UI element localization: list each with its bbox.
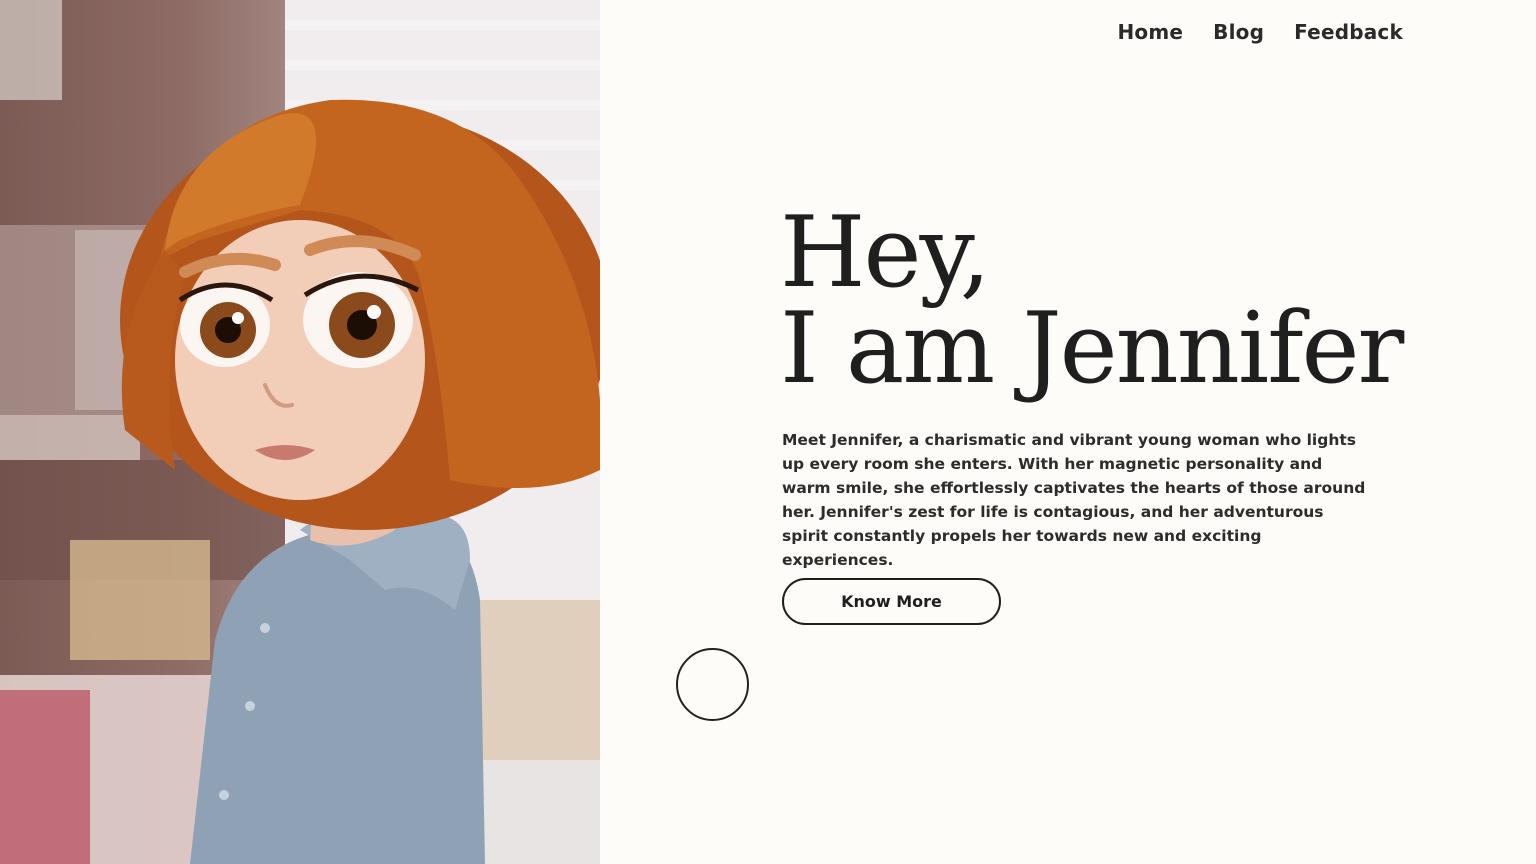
hero-description: Meet Jennifer, a charismatic and vibrant… [782,431,1366,569]
cursor-follower-circle [676,648,749,721]
main-nav: Home Blog Feedback [1117,20,1403,44]
nav-link-blog[interactable]: Blog [1213,20,1264,44]
hero-heading: Hey, I am Jennifer [780,196,1404,406]
nav-link-home[interactable]: Home [1117,20,1183,44]
hero-heading-line1: Hey, [780,196,991,310]
landing-page: Home Blog Feedback Hey, I am Jennifer Me… [0,0,1536,864]
know-more-button[interactable]: Know More [782,578,1001,625]
hero-heading-line2: I am Jennifer [780,292,1404,406]
hero-portrait-image [0,0,600,864]
jennifer-illustration [0,0,600,864]
nav-link-feedback[interactable]: Feedback [1294,20,1403,44]
